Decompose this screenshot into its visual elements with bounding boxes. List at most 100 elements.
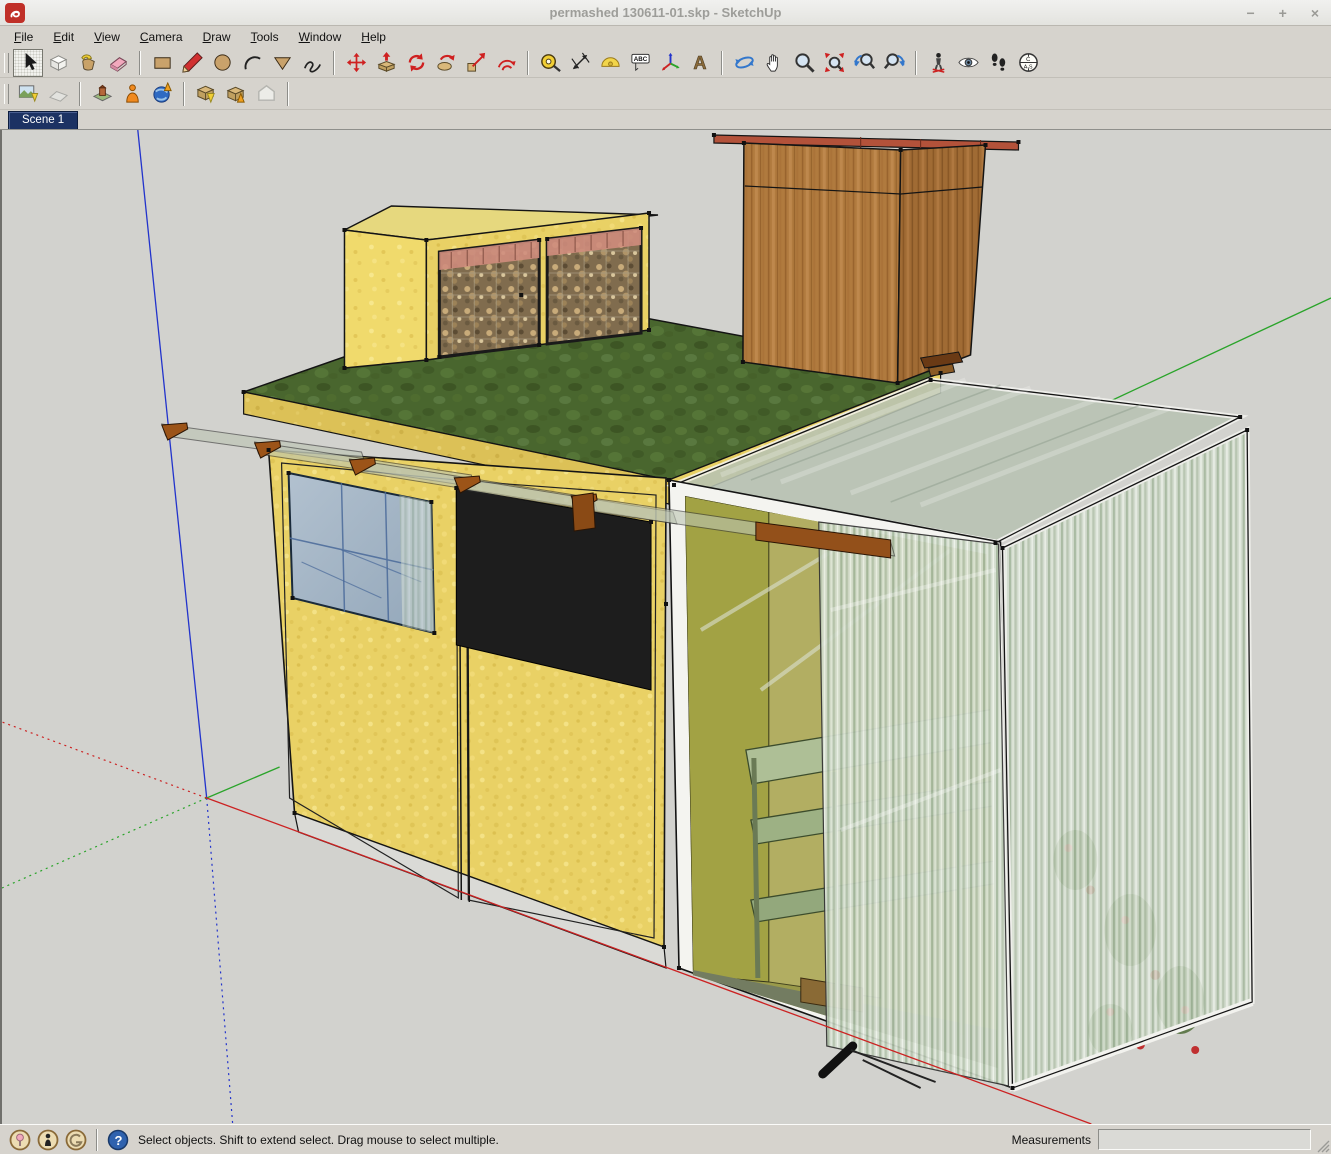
position-camera-icon xyxy=(927,51,950,74)
line-pencil-icon xyxy=(181,51,204,74)
axes-icon xyxy=(659,51,682,74)
toolbar-separator xyxy=(527,51,529,75)
tool-position-camera-button[interactable] xyxy=(923,49,953,77)
green-axis-line xyxy=(207,767,280,798)
menu-camera[interactable]: Camera xyxy=(134,27,191,47)
toolbar-grip[interactable] xyxy=(4,53,9,73)
tool-offset-button[interactable] xyxy=(491,49,521,77)
tool-push-pull-button[interactable] xyxy=(371,49,401,77)
tool-paint-bucket-button[interactable] xyxy=(73,49,103,77)
pan-hand-icon xyxy=(763,51,786,74)
close-button[interactable]: × xyxy=(1311,0,1319,26)
tool-look-around-button[interactable] xyxy=(953,49,983,77)
tool-zoom-extents-button[interactable] xyxy=(819,49,849,77)
orbit-icon xyxy=(733,51,756,74)
tool-freehand-button[interactable] xyxy=(297,49,327,77)
tool-place-model-button[interactable] xyxy=(87,80,117,108)
tool-protractor-button[interactable] xyxy=(595,49,625,77)
menu-view[interactable]: View xyxy=(88,27,128,47)
tool-pan-button[interactable] xyxy=(759,49,789,77)
model-canvas[interactable] xyxy=(2,130,1331,1124)
title-bar[interactable]: permashed 130611-01.skp - SketchUp − + × xyxy=(0,0,1331,26)
offset-icon xyxy=(495,51,518,74)
polygon-icon xyxy=(271,51,294,74)
tool-circle-button[interactable] xyxy=(207,49,237,77)
get-current-view-icon xyxy=(17,82,40,105)
status-separator xyxy=(96,1129,98,1151)
tool-toggle-terrain-button[interactable] xyxy=(43,80,73,108)
warehouse-upload-icon xyxy=(225,82,248,105)
tool-get-current-view-button[interactable] xyxy=(13,80,43,108)
menu-file[interactable]: File xyxy=(8,27,41,47)
beehive-box xyxy=(714,135,1019,383)
tool-share-model-button[interactable] xyxy=(221,80,251,108)
greenhouse-right-wall xyxy=(1002,430,1252,1088)
tool-make-component-button[interactable] xyxy=(43,49,73,77)
tool-axes-button[interactable] xyxy=(655,49,685,77)
help-icon[interactable]: ? xyxy=(107,1129,129,1151)
toolbar-separator xyxy=(721,51,723,75)
blue-axis-line xyxy=(138,130,207,798)
tool-move-button[interactable] xyxy=(341,49,371,77)
tool-dimensions-button[interactable] xyxy=(565,49,595,77)
tool-scale-button[interactable] xyxy=(461,49,491,77)
push-pull-icon xyxy=(375,51,398,74)
tool-get-models-button[interactable] xyxy=(117,80,147,108)
svg-text:A: A xyxy=(693,53,706,73)
resize-grip[interactable] xyxy=(1317,1140,1330,1153)
move-icon xyxy=(345,51,368,74)
tool-eraser-button[interactable] xyxy=(103,49,133,77)
text-icon: ABC xyxy=(629,51,652,74)
tool-text-button[interactable]: ABC xyxy=(625,49,655,77)
greenhouse-sliding-door xyxy=(819,522,1009,1086)
tool-get-models-warehouse-button[interactable] xyxy=(191,80,221,108)
tool-arc-button[interactable] xyxy=(237,49,267,77)
claim-credit-icon[interactable] xyxy=(37,1129,59,1151)
menu-tools[interactable]: Tools xyxy=(245,27,287,47)
select-arrow-icon xyxy=(17,51,40,74)
tool-line-button[interactable] xyxy=(177,49,207,77)
tool-google-earth-button[interactable] xyxy=(147,80,177,108)
measurements-input[interactable] xyxy=(1098,1129,1311,1150)
tool-rectangle-button[interactable] xyxy=(147,49,177,77)
tool-walk-button[interactable] xyxy=(983,49,1013,77)
tool-polygon-button[interactable] xyxy=(267,49,297,77)
menu-draw[interactable]: Draw xyxy=(197,27,239,47)
maximize-button[interactable]: + xyxy=(1279,0,1287,26)
tool-orbit-button[interactable] xyxy=(729,49,759,77)
tool-zoom-next-button[interactable] xyxy=(879,49,909,77)
geolocation-icon[interactable] xyxy=(9,1129,31,1151)
model-viewport[interactable] xyxy=(0,130,1331,1124)
menu-window[interactable]: Window xyxy=(293,27,350,47)
toolbar-separator xyxy=(79,82,81,106)
sign-in-icon[interactable] xyxy=(65,1129,87,1151)
scene-tab-1[interactable]: Scene 1 xyxy=(8,111,78,129)
menu-bar: File Edit View Camera Draw Tools Window … xyxy=(0,26,1331,48)
green-axis-line-far xyxy=(1108,298,1331,402)
menu-help[interactable]: Help xyxy=(355,27,394,47)
tool-zoom-button[interactable] xyxy=(789,49,819,77)
scene-tab-bar: Scene 1 xyxy=(0,110,1331,130)
tool-select-button[interactable] xyxy=(13,49,43,77)
rotate-icon xyxy=(405,51,428,74)
minimize-button[interactable]: − xyxy=(1246,0,1254,26)
tool-follow-me-button[interactable] xyxy=(431,49,461,77)
toolbar-grip[interactable] xyxy=(4,84,9,104)
svg-text:ABC: ABC xyxy=(633,56,647,63)
toolbar-main: ABC A CA-S xyxy=(0,48,1331,78)
window-title: permashed 130611-01.skp - SketchUp xyxy=(0,5,1331,20)
tool-section-plane-button[interactable]: CA-S xyxy=(1013,49,1043,77)
place-model-icon xyxy=(91,82,114,105)
protractor-icon xyxy=(599,51,622,74)
zoom-icon xyxy=(793,51,816,74)
status-bar: ? Select objects. Shift to extend select… xyxy=(0,1124,1331,1154)
zoom-extents-icon xyxy=(823,51,846,74)
circle-icon xyxy=(211,51,234,74)
menu-edit[interactable]: Edit xyxy=(47,27,82,47)
tool-share-disabled-button[interactable] xyxy=(251,80,281,108)
get-models-icon xyxy=(121,82,144,105)
tool-tape-measure-button[interactable] xyxy=(535,49,565,77)
tool-rotate-button[interactable] xyxy=(401,49,431,77)
tool-zoom-previous-button[interactable] xyxy=(849,49,879,77)
tool-3d-text-button[interactable]: A xyxy=(685,49,715,77)
